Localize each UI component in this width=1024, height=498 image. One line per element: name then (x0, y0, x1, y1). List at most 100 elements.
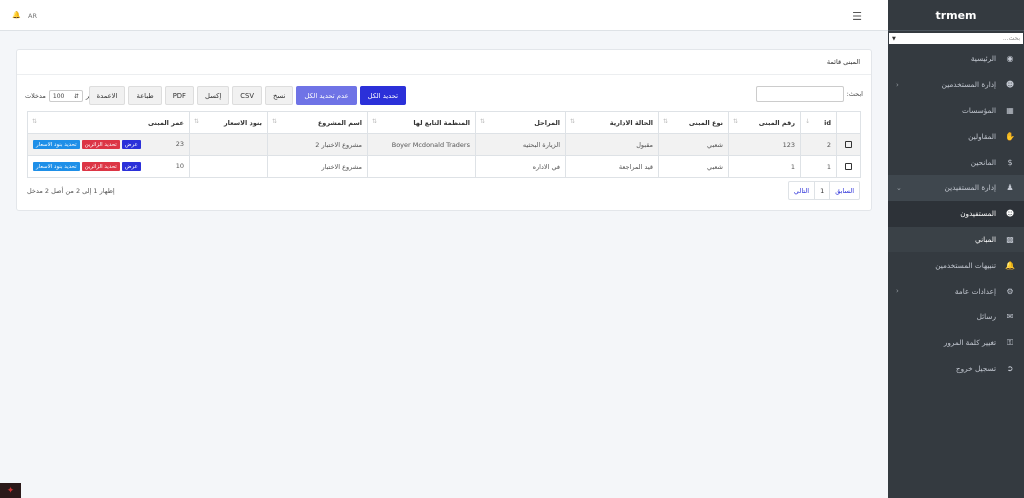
view-button[interactable]: عرض (121, 140, 141, 149)
sidebar-item-label: تغيير كلمة المرور (943, 338, 996, 348)
table-toolbar: مدخلات 100⇵ أظهر تحديد الكل عدم تحديد ال… (25, 86, 863, 106)
sidebar-item-general-settings[interactable]: ⚙ إعدادات عامة ‹ (888, 278, 1024, 304)
sidebar-item-beneficiaries[interactable]: ☻ المستفيدون (888, 200, 1024, 227)
set-visitors-button[interactable]: تحديد الزائرين (81, 140, 120, 149)
chevron-down-icon: ⌄ (896, 183, 902, 192)
sidebar-search[interactable]: بحث... ▼ (889, 33, 1023, 44)
sidebar-item-messages[interactable]: ✉ رسائل (888, 304, 1024, 330)
col-prices-label: بنود الاسعار (223, 118, 262, 127)
dollar-icon: $ (1007, 157, 1013, 167)
set-visitors-button[interactable]: تحديد الزائرين (81, 162, 120, 171)
bell-icon[interactable]: 🔔 (12, 11, 21, 19)
sidebar-item-user-notifications[interactable]: 🔔 تنبيهات المستخدمين (888, 252, 1024, 278)
row-checkbox[interactable] (845, 163, 852, 170)
pagination-next[interactable]: التالي (789, 182, 814, 199)
users-icon: ☻ (1005, 80, 1015, 90)
sidebar-item-label: إدارة المستفيدين (944, 183, 996, 193)
excel-button[interactable]: إكسل (196, 86, 230, 105)
person-icon: ♟ (1006, 183, 1014, 193)
sidebar-item-label: تنبيهات المستخدمين (935, 260, 996, 270)
sidebar-item-logout[interactable]: ➲ تسجيل خروج (888, 356, 1024, 382)
length-entries-label: مدخلات (25, 92, 46, 100)
sidebar-item-label: المقاولين (968, 131, 996, 141)
sort-desc-icon: ↓ (805, 118, 811, 125)
cell-stages: في الاداره (475, 155, 566, 178)
cell-project: مشروع الاختبار 2 (267, 133, 368, 156)
sidebar: trmem بحث... ▼ ◉ الرئيسية ☻ إدارة المستخدم… (888, 0, 1024, 498)
pagination-page-1[interactable]: 1 (814, 182, 829, 199)
row-checkbox[interactable] (845, 141, 852, 148)
col-age-label: عمر المبنى (147, 118, 184, 127)
sidebar-item-change-password[interactable]: ⚿ تغيير كلمة المرور (888, 330, 1024, 356)
deselect-all-button[interactable]: عدم تحديد الكل (296, 86, 357, 105)
table-row[interactable]: 1 1 شعبي قيد المراجعة في الاداره مشروع ا… (27, 155, 861, 178)
sidebar-search-placeholder: بحث... (1002, 35, 1020, 42)
cell-admin: مقبول (565, 133, 659, 156)
cell-id: 2 (800, 133, 837, 156)
envelope-icon: ✉ (1006, 312, 1014, 322)
gear-icon: ⚙ (1006, 286, 1014, 296)
sidebar-item-label: المؤسسات (962, 105, 996, 115)
cell-stages: الزيارة البحثيه (475, 133, 566, 156)
sort-icon: ⇅ (663, 118, 669, 125)
select-all-button[interactable]: تحديد الكل (359, 86, 406, 105)
col-project[interactable]: اسم المشروع ⇅ (267, 111, 368, 134)
building-icon: ▩ (1006, 234, 1014, 244)
columns-button[interactable]: الاعمدة (88, 86, 126, 105)
updown-icon: ⇵ (73, 92, 79, 100)
sidebar-item-label: المستفيدون (960, 209, 996, 219)
sidebar-item-label: رسائل (976, 312, 996, 322)
page-length-value: 100 (52, 92, 65, 100)
sidebar-item-contractors[interactable]: ✋ المقاولين (888, 123, 1024, 149)
search-input[interactable] (755, 86, 844, 102)
cell-number: 123 (728, 133, 801, 156)
pagination-prev[interactable]: السابق (829, 182, 859, 199)
col-number[interactable]: رقم المبنى ⇅ (728, 111, 801, 134)
print-button[interactable]: طباعة (128, 86, 162, 105)
sidebar-item-buildings[interactable]: ▩ المباني (888, 226, 1024, 253)
cell-age-value: 23 (175, 140, 184, 148)
csv-button[interactable]: CSV (232, 86, 262, 105)
brand-logo[interactable]: trmem (888, 0, 1024, 31)
sidebar-item-user-management[interactable]: ☻ إدارة المستخدمين ‹ (888, 72, 1024, 98)
table-search: ابحث: (755, 86, 863, 102)
row-actions: تحديد بنود الاسعار تحديد الزائرين عرض (33, 162, 141, 171)
bell-icon: 🔔 (1005, 260, 1015, 270)
sign-out-icon: ➲ (1006, 363, 1014, 373)
col-id[interactable]: id ↓ (800, 111, 837, 134)
col-admin-status[interactable]: الحالة الادارية ⇅ (565, 111, 659, 134)
col-organization[interactable]: المنظمة التابع لها ⇅ (367, 111, 476, 134)
sort-icon: ⇅ (194, 118, 200, 125)
sort-icon: ⇅ (32, 118, 38, 125)
cell-org (367, 155, 476, 178)
sort-icon: ⇅ (480, 118, 486, 125)
sidebar-item-home[interactable]: ◉ الرئيسية (888, 46, 1024, 72)
copy-button[interactable]: نسخ (265, 86, 294, 105)
col-stages-label: المراحل (534, 118, 560, 127)
table-row[interactable]: 2 123 شعبي مقبول الزيارة البحثيه Boyer M… (27, 133, 861, 156)
sidebar-item-donors[interactable]: $ المانحين (888, 149, 1024, 175)
sidebar-item-institutions[interactable]: ▦ المؤسسات (888, 98, 1024, 124)
col-age[interactable]: عمر المبنى ⇅ (27, 111, 190, 134)
cell-age-value: 10 (175, 162, 184, 170)
sidebar-item-beneficiary-management[interactable]: ♟ إدارة المستفيدين ⌄ (888, 174, 1024, 201)
cell-type: شعبي (658, 155, 729, 178)
sort-icon: ⇅ (733, 118, 739, 125)
buildings-card: المبنى قائمة مدخلات 100⇵ أظهر تحديد الكل… (16, 49, 872, 211)
search-label: ابحث: (846, 90, 863, 98)
dashboard-icon: ◉ (1006, 54, 1014, 64)
col-prices[interactable]: بنود الاسعار ⇅ (189, 111, 268, 134)
top-navbar: 🔔 AR ☰ (0, 0, 888, 31)
set-prices-button[interactable]: تحديد بنود الاسعار (33, 162, 80, 171)
col-stages[interactable]: المراحل ⇅ (475, 111, 566, 134)
cell-number: 1 (728, 155, 801, 178)
debug-toolbar-icon[interactable]: ✦ (0, 483, 21, 498)
language-switch[interactable]: AR (28, 12, 37, 20)
set-prices-button[interactable]: تحديد بنود الاسعار (33, 140, 80, 149)
page-length-select[interactable]: 100 ⇵ (48, 90, 83, 102)
hamburger-menu-icon[interactable]: ☰ (852, 10, 862, 23)
pdf-button[interactable]: PDF (164, 86, 194, 105)
col-type[interactable]: نوع المبنى ⇅ (658, 111, 729, 134)
col-admin-label: الحالة الادارية (609, 118, 653, 127)
view-button[interactable]: عرض (121, 162, 141, 171)
